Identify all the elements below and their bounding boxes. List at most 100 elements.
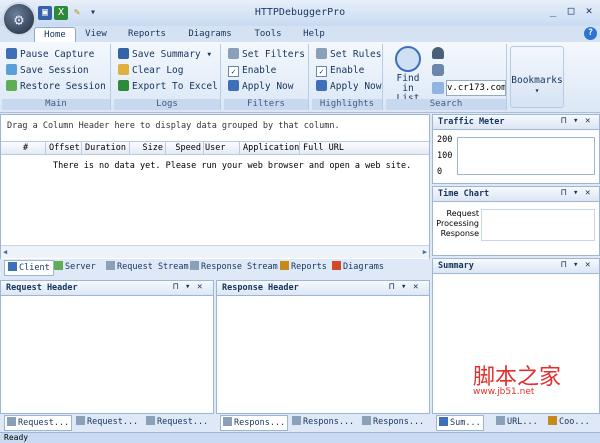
tab-tools[interactable]: Tools: [250, 27, 286, 42]
export-excel-button[interactable]: Export To Excel: [118, 80, 220, 94]
clear-log-icon: [118, 64, 129, 75]
set-filters-button[interactable]: Set Filters: [228, 48, 308, 62]
column-header-speed[interactable]: Speed: [165, 142, 204, 154]
app-logo-icon[interactable]: ⚙: [2, 2, 36, 36]
user-icon[interactable]: [432, 47, 444, 59]
time-chart-pin-icon[interactable]: ⊓: [561, 188, 566, 198]
time-chart-panel: Time Chart ⊓ ▾ ✕ Request Processing Resp…: [432, 186, 600, 256]
minimize-button[interactable]: _: [546, 4, 560, 18]
tab-view[interactable]: View: [80, 27, 112, 42]
tab-server[interactable]: Server: [54, 260, 96, 274]
request-tab-2[interactable]: Request...: [76, 415, 138, 429]
response-tab-3[interactable]: Respons...: [362, 415, 424, 429]
traffic-tick-100: 100: [437, 151, 453, 161]
tab-diagrams-view[interactable]: Diagrams: [332, 260, 384, 274]
response-header-pin-icon[interactable]: ⊓: [389, 282, 394, 292]
column-header-size[interactable]: Size: [131, 142, 166, 154]
tab-request-stream[interactable]: Request Stream: [106, 260, 189, 274]
ribbon-group-filters: Set Filters ✓ Enable Apply Now Filters: [224, 44, 309, 110]
traffic-meter-pin-icon[interactable]: ⊓: [561, 116, 566, 126]
request-header-dropdown-icon[interactable]: ▾: [185, 282, 190, 292]
cookies-tab-icon: [548, 416, 557, 425]
request-tab-3[interactable]: Request...: [146, 415, 208, 429]
tab-reports[interactable]: Reports: [124, 27, 170, 42]
search-input[interactable]: v.cr173.com: [446, 80, 506, 96]
request-tab-icon: [7, 417, 16, 426]
close-button[interactable]: ✕: [582, 4, 596, 18]
tab-help[interactable]: Help: [300, 27, 328, 42]
time-chart-dropdown-icon[interactable]: ▾: [573, 188, 578, 198]
save-session-button[interactable]: Save Session: [6, 64, 110, 78]
restore-session-button[interactable]: Restore Session: [6, 80, 110, 94]
set-rules-button[interactable]: Set Rules: [316, 48, 382, 62]
find-in-list-button[interactable]: Find in List: [388, 46, 428, 104]
request-tab-strip: Request... Request... Request...: [0, 414, 212, 431]
time-chart-close-icon[interactable]: ✕: [585, 188, 590, 198]
column-header-user[interactable]: User: [203, 142, 240, 154]
restore-session-icon: [6, 80, 17, 91]
grid-header: # Offset Duration Size Speed User Applic…: [1, 141, 429, 155]
column-header-application[interactable]: Application: [241, 142, 300, 154]
traffic-meter-dropdown-icon[interactable]: ▾: [573, 116, 578, 126]
request-header-close-icon[interactable]: ✕: [197, 282, 202, 292]
request-header-title: Request Header: [1, 281, 213, 296]
filters-apply-now-button[interactable]: Apply Now: [228, 80, 308, 94]
scroll-left-icon[interactable]: ◀: [3, 248, 7, 256]
tab-client[interactable]: Client: [4, 260, 54, 276]
summary-pin-icon[interactable]: ⊓: [561, 260, 566, 270]
pause-icon: [6, 48, 17, 59]
group-label-filters: Filters: [224, 99, 308, 110]
response-tab-1[interactable]: Respons...: [220, 415, 289, 431]
response-header-panel: Response Header ⊓ ▾ ✕: [216, 280, 430, 414]
request-tab-icon: [76, 416, 85, 425]
tab-reports-view[interactable]: Reports: [280, 260, 327, 274]
column-header-number[interactable]: #: [21, 142, 46, 154]
url-search-icon[interactable]: [432, 82, 444, 94]
column-header-offset[interactable]: Offset: [47, 142, 82, 154]
highlights-apply-now-button[interactable]: Apply Now: [316, 80, 382, 94]
server-icon: [54, 261, 63, 270]
save-summary-button[interactable]: Save Summary ▾: [118, 48, 220, 62]
request-header-panel: Request Header ⊓ ▾ ✕: [0, 280, 214, 414]
response-tab-strip: Respons... Respons... Respons...: [216, 414, 430, 431]
response-stream-icon: [190, 261, 199, 270]
clear-log-button[interactable]: Clear Log: [118, 64, 220, 78]
check-icon: ✓: [228, 66, 239, 77]
response-header-close-icon[interactable]: ✕: [413, 282, 418, 292]
traffic-tick-0: 0: [437, 167, 443, 177]
summary-close-icon[interactable]: ✕: [585, 260, 590, 270]
time-chart-label-request: Request: [446, 209, 480, 218]
filters-enable-checkbox[interactable]: ✓ Enable: [228, 64, 308, 78]
bookmarks-button[interactable]: Bookmarks ▾: [510, 46, 564, 108]
reports-icon: [280, 261, 289, 270]
request-tab-1[interactable]: Request...: [4, 415, 73, 431]
summary-panel: Summary ⊓ ▾ ✕ 脚本之家 www.jb51.net: [432, 258, 600, 414]
filter-icon: [228, 48, 239, 59]
empty-grid-message: There is no data yet. Please run your we…: [53, 161, 412, 171]
summary-dropdown-icon[interactable]: ▾: [573, 260, 578, 270]
tab-response-stream[interactable]: Response Stream: [190, 260, 278, 274]
tab-summary[interactable]: Sum...: [436, 415, 484, 431]
scroll-right-icon[interactable]: ▶: [423, 248, 427, 256]
response-header-dropdown-icon[interactable]: ▾: [401, 282, 406, 292]
response-tab-icon: [362, 416, 371, 425]
maximize-button[interactable]: □: [564, 4, 578, 18]
tab-cookies[interactable]: Coo...: [548, 415, 590, 429]
request-header-pin-icon[interactable]: ⊓: [173, 282, 178, 292]
sessions-grid: Drag a Column Header here to display dat…: [0, 114, 430, 260]
tab-diagrams[interactable]: Diagrams: [184, 27, 236, 42]
column-header-full-url[interactable]: Full URL: [301, 142, 363, 154]
pause-capture-button[interactable]: Pause Capture: [6, 48, 110, 62]
tab-url[interactable]: URL...: [496, 415, 538, 429]
tab-home[interactable]: Home: [34, 27, 76, 43]
horizontal-scrollbar[interactable]: ◀ ▶: [1, 245, 429, 258]
help-icon[interactable]: ?: [584, 27, 597, 40]
search-option-icon[interactable]: [432, 64, 444, 76]
apply-arrow-icon: [316, 80, 327, 91]
highlights-enable-checkbox[interactable]: ✓ Enable: [316, 64, 382, 78]
response-tab-2[interactable]: Respons...: [292, 415, 354, 429]
find-magnifier-icon: [395, 46, 421, 72]
traffic-meter-close-icon[interactable]: ✕: [585, 116, 590, 126]
column-header-duration[interactable]: Duration: [83, 142, 130, 154]
group-label-highlights: Highlights: [312, 99, 382, 110]
